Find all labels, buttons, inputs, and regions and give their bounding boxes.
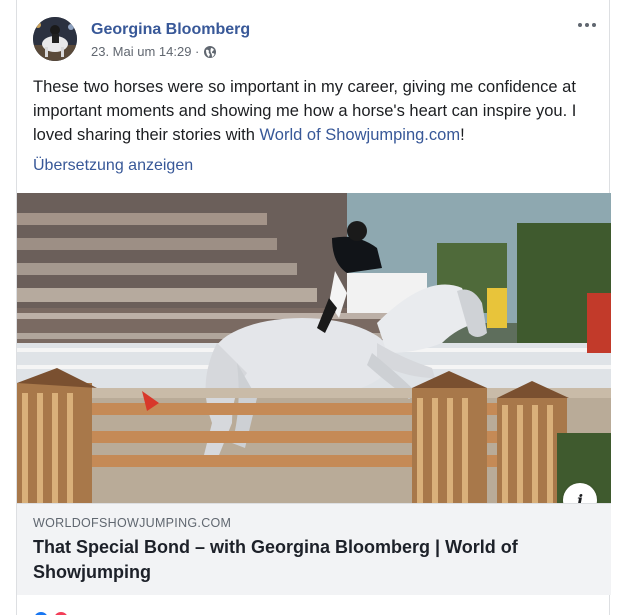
post-text: These two horses were so important in my… [33, 75, 603, 147]
love-reaction-icon [52, 610, 70, 615]
timestamp[interactable]: 23. Mai um 14:29 · [91, 44, 199, 59]
avatar[interactable] [33, 17, 77, 61]
post-card: Georgina Bloomberg 23. Mai um 14:29 · Th… [16, 0, 611, 615]
author-name[interactable]: Georgina Bloomberg [91, 21, 250, 39]
link-domain: WORLDOFSHOWJUMPING.COM [33, 516, 232, 530]
globe-icon [203, 45, 217, 59]
post-text-end: ! [460, 126, 465, 144]
link-title[interactable]: That Special Bond – with Georgina Bloomb… [33, 535, 595, 585]
like-reaction-icon [32, 610, 50, 615]
reaction-icons[interactable] [32, 610, 70, 615]
post-header: Georgina Bloomberg 23. Mai um 14:29 · [33, 17, 596, 63]
link-preview-info[interactable]: WORLDOFSHOWJUMPING.COM That Special Bond… [17, 503, 611, 595]
more-options-icon[interactable] [573, 15, 601, 35]
link-preview-image[interactable]: i [17, 193, 611, 503]
link-preview[interactable]: i WORLDOFSHOWJUMPING.COM That Special Bo… [17, 193, 611, 595]
translate-link[interactable]: Übersetzung anzeigen [33, 157, 193, 175]
post-meta: 23. Mai um 14:29 · [91, 44, 217, 59]
post-text-link[interactable]: World of Showjumping.com [260, 126, 461, 144]
